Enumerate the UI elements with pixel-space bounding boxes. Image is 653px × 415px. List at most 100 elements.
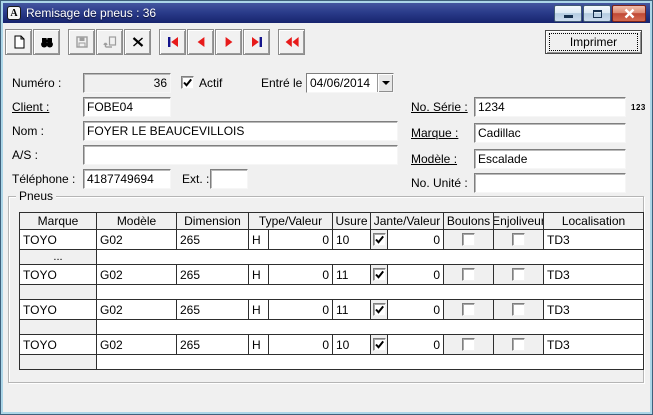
imprimer-label: Imprimer xyxy=(549,33,638,51)
client-label[interactable]: Client : xyxy=(12,97,49,117)
cell-type-valeur[interactable]: 0 xyxy=(269,300,333,320)
cell-type-valeur[interactable]: 0 xyxy=(269,230,333,250)
new-record-button[interactable] xyxy=(5,29,32,55)
cell-localisation[interactable]: TD3 xyxy=(544,335,644,355)
cell-usure[interactable]: 11 xyxy=(333,300,371,320)
as-field[interactable] xyxy=(83,145,398,165)
last-record-button[interactable] xyxy=(243,29,270,55)
cell-jante-valeur[interactable]: 0 xyxy=(388,335,444,355)
enjoliveur-checkbox[interactable] xyxy=(512,338,525,351)
previous-record-button[interactable] xyxy=(187,29,214,55)
cell-type[interactable]: H xyxy=(249,230,269,250)
actif-checkbox[interactable] xyxy=(181,76,194,89)
cell-note[interactable] xyxy=(97,320,644,335)
enjoliveur-checkbox[interactable] xyxy=(512,303,525,316)
jante-checkbox[interactable] xyxy=(372,338,386,351)
next-record-icon xyxy=(225,37,232,47)
window-title: Remisage de pneus : 36 xyxy=(26,6,157,20)
cell-marque[interactable]: TOYO xyxy=(20,265,97,285)
boulons-checkbox[interactable] xyxy=(462,338,475,351)
nom-field[interactable] xyxy=(83,121,398,141)
client-field[interactable] xyxy=(83,97,171,117)
first-record-button[interactable] xyxy=(159,29,186,55)
cell-type[interactable]: H xyxy=(249,335,269,355)
boulons-checkbox[interactable] xyxy=(462,303,475,316)
cell-dimension[interactable]: 265 xyxy=(177,335,249,355)
cell-dimension[interactable]: 265 xyxy=(177,230,249,250)
cell-jante-valeur[interactable]: 0 xyxy=(388,300,444,320)
find-button[interactable] xyxy=(33,29,60,55)
window-body: Imprimer Numéro : Actif Entré le : Clien… xyxy=(3,23,650,412)
no-serie-label[interactable]: No. Série : xyxy=(411,97,468,117)
cell-dimension[interactable]: 265 xyxy=(177,300,249,320)
marque-label[interactable]: Marque : xyxy=(411,123,458,143)
cell-type[interactable]: H xyxy=(249,265,269,285)
close-button[interactable] xyxy=(612,5,646,22)
imprimer-button[interactable]: Imprimer xyxy=(545,30,642,54)
no-unite-field[interactable] xyxy=(474,173,626,193)
previous-block-icon xyxy=(285,37,299,47)
cell-marque[interactable]: TOYO xyxy=(20,230,97,250)
cell-note-left[interactable]: ... xyxy=(20,250,97,265)
cell-localisation[interactable]: TD3 xyxy=(544,230,644,250)
cell-jante-valeur[interactable]: 0 xyxy=(388,265,444,285)
no-serie-field[interactable] xyxy=(474,97,626,117)
cell-type-valeur[interactable]: 0 xyxy=(269,265,333,285)
previous-block-button[interactable] xyxy=(278,29,305,55)
cell-note-left[interactable] xyxy=(20,320,97,335)
cell-modele[interactable]: G02 xyxy=(97,230,177,250)
cell-localisation[interactable]: TD3 xyxy=(544,300,644,320)
ext-field[interactable] xyxy=(210,169,248,189)
enjoliveur-checkbox[interactable] xyxy=(512,268,525,281)
cell-marque[interactable]: TOYO xyxy=(20,300,97,320)
minimize-button[interactable] xyxy=(554,5,582,22)
delete-button[interactable] xyxy=(124,29,151,55)
next-record-button[interactable] xyxy=(215,29,242,55)
boulons-checkbox[interactable] xyxy=(462,268,475,281)
cell-note[interactable] xyxy=(97,355,644,370)
entre-le-dropdown-button[interactable] xyxy=(377,74,393,92)
col-header-type-valeur: Type/Valeur xyxy=(249,213,333,230)
cell-enjoliveur xyxy=(494,230,544,250)
jante-checkbox[interactable] xyxy=(372,268,386,281)
save-button[interactable] xyxy=(68,29,95,55)
cell-usure[interactable]: 10 xyxy=(333,335,371,355)
cell-modele[interactable]: G02 xyxy=(97,265,177,285)
titlebar: A Remisage de pneus : 36 xyxy=(3,3,650,23)
cell-modele[interactable]: G02 xyxy=(97,335,177,355)
minimize-icon xyxy=(563,14,573,18)
cell-type[interactable]: H xyxy=(249,300,269,320)
jante-checkbox[interactable] xyxy=(372,233,386,246)
cell-jante xyxy=(371,230,388,250)
cell-marque[interactable]: TOYO xyxy=(20,335,97,355)
numero-field[interactable] xyxy=(83,73,171,93)
telephone-field[interactable] xyxy=(83,169,171,189)
cell-jante-valeur[interactable]: 0 xyxy=(388,230,444,250)
cell-type-valeur[interactable]: 0 xyxy=(269,335,333,355)
cell-note-left[interactable] xyxy=(20,355,97,370)
jante-checkbox[interactable] xyxy=(372,303,386,316)
cell-dimension[interactable]: 265 xyxy=(177,265,249,285)
modele-field[interactable] xyxy=(474,149,626,169)
app-window: A Remisage de pneus : 36 Imprimer Numéro… xyxy=(0,0,653,415)
delete-icon xyxy=(132,37,143,47)
cell-usure[interactable]: 10 xyxy=(333,230,371,250)
cell-localisation[interactable]: TD3 xyxy=(544,265,644,285)
col-header-modele: Modèle xyxy=(97,213,177,230)
restore-button[interactable] xyxy=(583,5,611,22)
previous-record-icon xyxy=(197,37,204,47)
cell-note-left[interactable] xyxy=(20,285,97,300)
cell-modele[interactable]: G02 xyxy=(97,300,177,320)
cell-usure[interactable]: 11 xyxy=(333,265,371,285)
first-record-icon xyxy=(167,37,178,47)
as-label: A/S : xyxy=(12,148,39,162)
boulons-checkbox[interactable] xyxy=(462,233,475,246)
cell-jante xyxy=(371,265,388,285)
cell-note[interactable] xyxy=(97,285,644,300)
enjoliveur-checkbox[interactable] xyxy=(512,233,525,246)
modele-label[interactable]: Modèle : xyxy=(411,149,457,169)
cell-note[interactable] xyxy=(97,250,644,265)
marque-field[interactable] xyxy=(474,123,626,143)
entre-le-field[interactable] xyxy=(307,74,377,92)
revert-button[interactable] xyxy=(96,29,123,55)
